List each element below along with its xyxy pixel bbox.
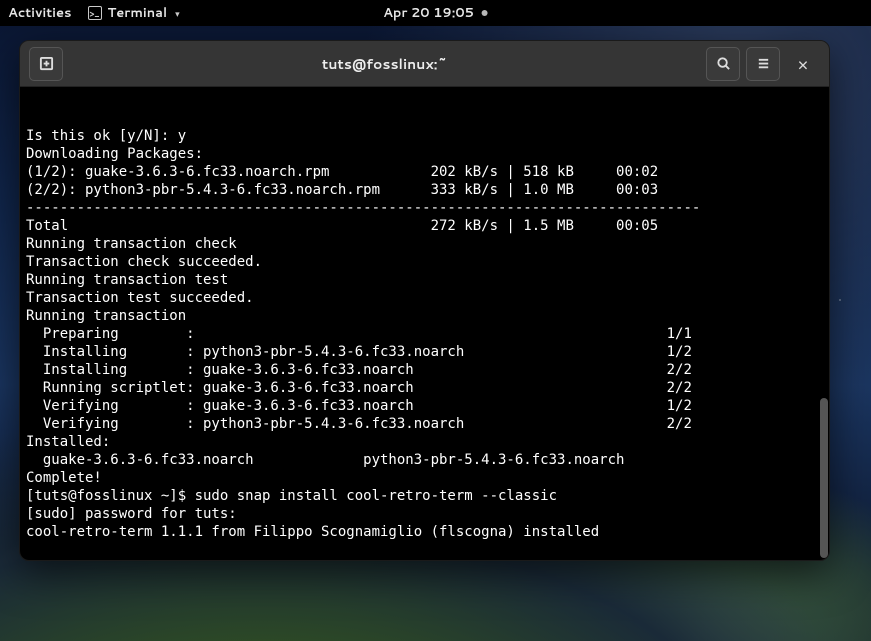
close-icon: ×	[797, 51, 808, 77]
terminal-line: Running transaction check	[26, 235, 823, 253]
terminal-line: Is this ok [y/N]: y	[26, 127, 823, 145]
activities-button[interactable]: Activities	[8, 4, 72, 22]
new-tab-button[interactable]	[29, 47, 63, 81]
window-title: tuts@fosslinux:~	[66, 54, 703, 74]
terminal-line: Verifying : guake-3.6.3-6.fc33.noarch 1/…	[26, 397, 823, 415]
clock-menu[interactable]: Apr 20 19:05	[383, 4, 488, 22]
terminal-line: Complete!	[26, 469, 823, 487]
terminal-line: ----------------------------------------…	[26, 199, 823, 217]
terminal-line: Verifying : python3-pbr-5.4.3-6.fc33.noa…	[26, 415, 823, 433]
terminal-line: (1/2): guake-3.6.3-6.fc33.noarch.rpm 202…	[26, 163, 823, 181]
terminal-window: tuts@fosslinux:~ × Is this ok [y/N]: yDo…	[19, 40, 830, 561]
terminal-scrollbar[interactable]	[820, 398, 828, 558]
terminal-line: Transaction test succeeded.	[26, 289, 823, 307]
chevron-down-icon: ▾	[175, 7, 180, 20]
menu-button[interactable]	[746, 47, 780, 81]
new-tab-icon	[39, 56, 54, 71]
terminal-line: cool-retro-term 1.1.1 from Filippo Scogn…	[26, 523, 823, 541]
close-button[interactable]: ×	[786, 47, 820, 81]
terminal-line: Downloading Packages:	[26, 145, 823, 163]
clock-label: Apr 20 19:05	[383, 4, 474, 22]
terminal-line: Total 272 kB/s | 1.5 MB 00:05	[26, 217, 823, 235]
terminal-line: Installing : python3-pbr-5.4.3-6.fc33.no…	[26, 343, 823, 361]
hamburger-icon	[756, 56, 771, 71]
terminal-line: Running scriptlet: guake-3.6.3-6.fc33.no…	[26, 379, 823, 397]
terminal-line: Installing : guake-3.6.3-6.fc33.noarch 2…	[26, 361, 823, 379]
notification-indicator-icon	[482, 10, 488, 16]
terminal-line: guake-3.6.3-6.fc33.noarch python3-pbr-5.…	[26, 451, 823, 469]
terminal-line: (2/2): python3-pbr-5.4.3-6.fc33.noarch.r…	[26, 181, 823, 199]
terminal-output: Is this ok [y/N]: yDownloading Packages:…	[26, 127, 823, 541]
app-menu[interactable]: >_ Terminal ▾	[88, 4, 180, 22]
search-icon	[716, 56, 731, 71]
terminal-line: [sudo] password for tuts:	[26, 505, 823, 523]
terminal-line: Transaction check succeeded.	[26, 253, 823, 271]
window-titlebar[interactable]: tuts@fosslinux:~ ×	[20, 41, 829, 87]
terminal-line: [tuts@fosslinux ~]$ sudo snap install co…	[26, 487, 823, 505]
search-button[interactable]	[706, 47, 740, 81]
terminal-line: Running transaction test	[26, 271, 823, 289]
terminal-viewport[interactable]: Is this ok [y/N]: yDownloading Packages:…	[20, 87, 829, 560]
terminal-line: Preparing : 1/1	[26, 325, 823, 343]
terminal-line: Installed:	[26, 433, 823, 451]
terminal-line: Running transaction	[26, 307, 823, 325]
terminal-icon: >_	[88, 6, 102, 20]
app-menu-label: Terminal	[108, 4, 168, 22]
gnome-top-bar: Activities >_ Terminal ▾ Apr 20 19:05	[0, 0, 871, 26]
